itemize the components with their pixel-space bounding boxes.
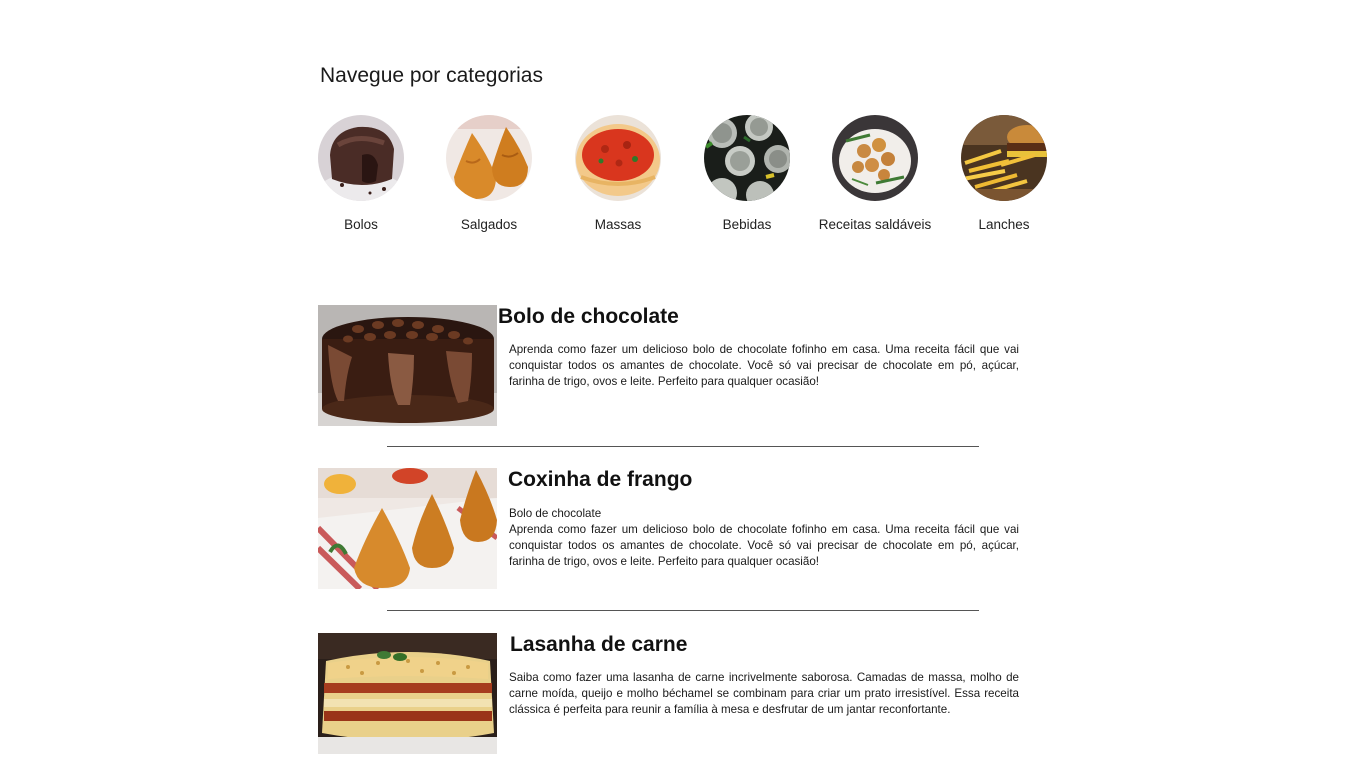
category-bebidas[interactable]: Bebidas: [683, 115, 811, 232]
category-lanches[interactable]: Lanches: [940, 115, 1068, 232]
recipe-description-text: Aprenda como fazer um delicioso bolo de …: [509, 343, 1019, 388]
lasagna-image[interactable]: [318, 633, 497, 754]
categories-list: Bolos Salgados Massas Bebidas Receitas s…: [318, 115, 1048, 245]
chocolate-lava-cake-icon[interactable]: [318, 115, 404, 201]
recipe-description-text: Saiba como fazer uma lasanha de carne in…: [509, 671, 1019, 716]
healthy-meatballs-icon[interactable]: [832, 115, 918, 201]
category-salgados[interactable]: Salgados: [425, 115, 553, 232]
divider: [387, 610, 979, 611]
category-label: Receitas saldáveis: [818, 217, 932, 232]
recipe-card: Coxinha de frango Bolo de chocolate Apre…: [318, 468, 1023, 590]
recipe-description-text: Aprenda como fazer um delicioso bolo de …: [509, 523, 1019, 568]
recipe-card: Bolo de chocolate Aprenda como fazer um …: [318, 305, 1023, 427]
recipe-card: Lasanha de carne Saiba como fazer uma la…: [318, 633, 1023, 755]
divider: [387, 446, 979, 447]
category-label: Massas: [594, 217, 642, 232]
categories-heading: Navegue por categorias: [320, 64, 543, 87]
category-label: Bolos: [344, 217, 378, 232]
recipe-title[interactable]: Lasanha de carne: [510, 633, 687, 657]
category-bolos[interactable]: Bolos: [297, 115, 425, 232]
recipe-subtitle: Bolo de chocolate: [509, 507, 602, 520]
soda-cans-icon[interactable]: [704, 115, 790, 201]
recipe-title[interactable]: Bolo de chocolate: [498, 305, 679, 329]
category-label: Lanches: [978, 217, 1030, 232]
recipe-description: Aprenda como fazer um delicioso bolo de …: [509, 342, 1019, 390]
coxinha-image[interactable]: [318, 468, 497, 589]
chocolate-cake-image[interactable]: [318, 305, 497, 426]
category-label: Bebidas: [722, 217, 772, 232]
category-label: Salgados: [460, 217, 518, 232]
recipe-description: Saiba como fazer uma lasanha de carne in…: [509, 670, 1019, 718]
recipe-description: Bolo de chocolate Aprenda como fazer um …: [509, 506, 1019, 570]
spaghetti-icon[interactable]: [575, 115, 661, 201]
category-receitas-saudaveis[interactable]: Receitas saldáveis: [811, 115, 939, 232]
burger-fries-icon[interactable]: [961, 115, 1047, 201]
coxinha-icon[interactable]: [446, 115, 532, 201]
recipe-title[interactable]: Coxinha de frango: [508, 468, 692, 492]
category-massas[interactable]: Massas: [554, 115, 682, 232]
page: Navegue por categorias Bolos Salgados Ma…: [0, 0, 1366, 768]
